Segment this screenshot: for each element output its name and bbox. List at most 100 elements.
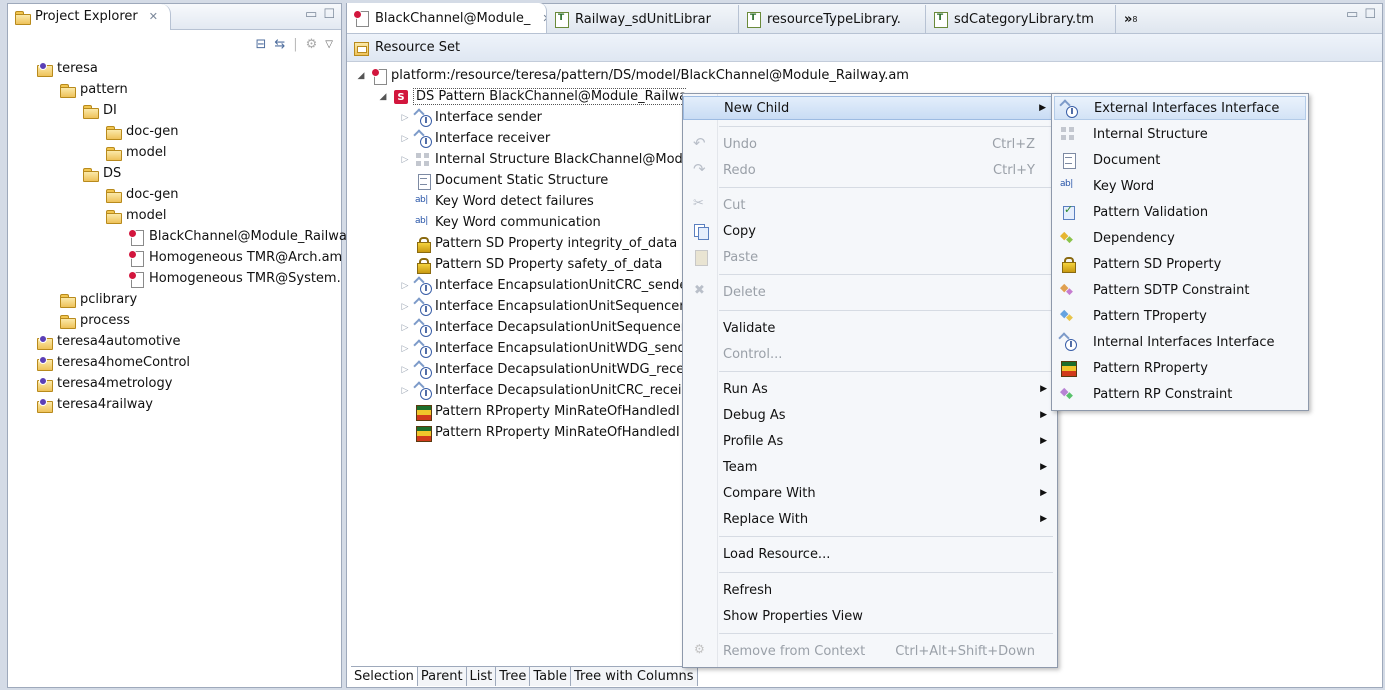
menu-shortcut: Ctrl+Alt+Shift+Down bbox=[895, 643, 1035, 659]
editor-tab-blackchannel[interactable]: BlackChannel@Module_ ✕ bbox=[347, 3, 547, 33]
menu-item-show-properties-view[interactable]: Show Properties View bbox=[683, 604, 1057, 628]
editor-bottom-tabs: Selection Parent List Tree Table Tree with Co… bbox=[351, 666, 698, 686]
tree-item[interactable]: DS bbox=[8, 163, 341, 184]
menu-item-new-child[interactable]: New Child ▶ bbox=[683, 96, 1057, 120]
collapsed-chevron-icon[interactable]: ▷ bbox=[399, 365, 411, 375]
tree-row[interactable]: ▷ Interface EncapsulationUnitCRC_sende bbox=[347, 275, 687, 296]
submenu-item-pattern-validation[interactable]: Pattern Validation bbox=[1054, 200, 1306, 224]
tree-item[interactable]: teresa4automotive bbox=[8, 331, 341, 352]
tree-row[interactable]: Document Static Structure bbox=[347, 170, 687, 191]
tab-overflow-button[interactable]: » 8 bbox=[1116, 5, 1138, 33]
submenu-item-pattern-sdtp-constraint[interactable]: Pattern SDTP Constraint bbox=[1054, 278, 1306, 302]
tree-item[interactable]: Homogeneous TMR@System. bbox=[8, 268, 341, 289]
tree-row[interactable]: ▷ Interface EncapsulationUnitSequencer_ bbox=[347, 296, 687, 317]
tree-row[interactable]: Pattern RProperty MinRateOfHandledI bbox=[347, 422, 687, 443]
tree-item[interactable]: Homogeneous TMR@Arch.am bbox=[8, 247, 342, 268]
explorer-tab[interactable]: Project Explorer ✕ bbox=[8, 3, 171, 30]
focus-task-icon[interactable]: ⚙ bbox=[306, 37, 318, 52]
tree-row[interactable]: ▷ Internal Structure BlackChannel@Mod bbox=[347, 149, 687, 170]
submenu-item-key-word[interactable]: Key Word bbox=[1054, 174, 1306, 198]
tree-item[interactable]: pclibrary bbox=[8, 289, 341, 310]
menu-item-compare-with[interactable]: Compare With ▶ bbox=[683, 481, 1057, 505]
tree-item[interactable]: process bbox=[8, 310, 341, 331]
tree-item[interactable]: teresa4homeControl bbox=[8, 352, 341, 373]
bottom-tab-list[interactable]: List bbox=[466, 667, 497, 686]
tree-row[interactable]: ▷ Interface sender bbox=[347, 107, 687, 128]
submenu-item-internal-structure[interactable]: Internal Structure bbox=[1054, 122, 1306, 146]
tree-row-label: Pattern RProperty MinRateOfHandledI bbox=[435, 425, 680, 440]
submenu-item-pattern-tproperty[interactable]: Pattern TProperty bbox=[1054, 304, 1306, 328]
submenu-item-pattern-rproperty[interactable]: Pattern RProperty bbox=[1054, 356, 1306, 380]
minimize-icon[interactable]: ▭ bbox=[305, 7, 317, 22]
menu-item-refresh[interactable]: Refresh bbox=[683, 578, 1057, 602]
tree-item[interactable]: BlackChannel@Module_Railwa bbox=[8, 226, 347, 247]
minimize-icon[interactable]: ▭ bbox=[1346, 7, 1358, 22]
tree-row[interactable]: ▷ Interface EncapsulationUnitWDG_send bbox=[347, 338, 687, 359]
tree-row[interactable]: Pattern SD Property integrity_of_data bbox=[347, 233, 687, 254]
tree-item[interactable]: DI bbox=[8, 100, 341, 121]
submenu-item-dependency[interactable]: Dependency bbox=[1054, 226, 1306, 250]
collapse-all-icon[interactable]: ⊟ bbox=[255, 37, 266, 52]
tree-row[interactable]: ▷ Interface DecapsulationUnitSequencer_ bbox=[347, 317, 687, 338]
view-menu-icon[interactable]: ▽ bbox=[325, 39, 333, 50]
menu-item-cut: Cut bbox=[683, 193, 1057, 217]
editor-tab-sdcategory[interactable]: sdCategoryLibrary.tm bbox=[926, 5, 1116, 33]
submenu-item-external-interfaces-interface[interactable]: External Interfaces Interface bbox=[1054, 96, 1306, 120]
bottom-tab-parent[interactable]: Parent bbox=[417, 667, 467, 686]
collapsed-chevron-icon[interactable]: ▷ bbox=[399, 302, 411, 312]
expanded-chevron-icon[interactable]: ◢ bbox=[355, 71, 367, 81]
close-icon[interactable]: ✕ bbox=[149, 10, 158, 23]
menu-item-label: Paste bbox=[723, 249, 759, 265]
submenu-item-document[interactable]: Document bbox=[1054, 148, 1306, 172]
collapsed-chevron-icon[interactable]: ▷ bbox=[399, 113, 411, 123]
keyword-icon bbox=[415, 194, 431, 210]
tree-item[interactable]: doc-gen bbox=[8, 184, 341, 205]
tree-item[interactable]: teresa bbox=[8, 58, 341, 79]
tree-row[interactable]: Pattern RProperty MinRateOfHandledI bbox=[347, 401, 687, 422]
menu-item-replace-with[interactable]: Replace With ▶ bbox=[683, 507, 1057, 531]
tree-row[interactable]: ▷ Interface DecapsulationUnitWDG_recei bbox=[347, 359, 687, 380]
tree-pattern-row[interactable]: ◢ DS Pattern BlackChannel@Module_Railwa bbox=[347, 86, 687, 107]
tree-row[interactable]: Key Word detect failures bbox=[347, 191, 687, 212]
tree-row[interactable]: Pattern SD Property safety_of_data bbox=[347, 254, 687, 275]
tree-item[interactable]: teresa4metrology bbox=[8, 373, 341, 394]
submenu-item-internal-interfaces-interface[interactable]: Internal Interfaces Interface bbox=[1054, 330, 1306, 354]
maximize-icon[interactable]: ☐ bbox=[323, 7, 335, 22]
collapsed-chevron-icon[interactable]: ▷ bbox=[399, 344, 411, 354]
tree-row[interactable]: Key Word communication bbox=[347, 212, 687, 233]
collapsed-chevron-icon[interactable]: ▷ bbox=[399, 281, 411, 291]
collapsed-chevron-icon[interactable]: ▷ bbox=[399, 134, 411, 144]
tree-item[interactable]: model bbox=[8, 205, 341, 226]
tree-item[interactable]: teresa4railway bbox=[8, 394, 341, 415]
editor-tab-railway[interactable]: Railway_sdUnitLibrar bbox=[547, 5, 739, 33]
tree-item[interactable]: model bbox=[8, 142, 341, 163]
tree-pattern-label: DS Pattern BlackChannel@Module_Railwa bbox=[413, 88, 687, 105]
bottom-tab-table[interactable]: Table bbox=[530, 667, 571, 686]
menu-item-team[interactable]: Team ▶ bbox=[683, 455, 1057, 479]
menu-item-profile-as[interactable]: Profile As ▶ bbox=[683, 429, 1057, 453]
bottom-tab-selection[interactable]: Selection bbox=[351, 667, 418, 686]
menu-item-load-resource[interactable]: Load Resource... bbox=[683, 542, 1057, 566]
menu-item-validate[interactable]: Validate bbox=[683, 316, 1057, 340]
submenu-item-pattern-rp-constraint[interactable]: Pattern RP Constraint bbox=[1054, 382, 1306, 406]
maximize-icon[interactable]: ☐ bbox=[1364, 7, 1376, 22]
collapsed-chevron-icon[interactable]: ▷ bbox=[399, 155, 411, 165]
tree-row[interactable]: ▷ Interface DecapsulationUnitCRC_receiv bbox=[347, 380, 687, 401]
link-with-editor-icon[interactable]: ⇆ bbox=[274, 37, 285, 52]
collapsed-chevron-icon[interactable]: ▷ bbox=[399, 386, 411, 396]
menu-item-copy[interactable]: Copy bbox=[683, 219, 1057, 243]
tree-row[interactable]: ▷ Interface receiver bbox=[347, 128, 687, 149]
tree-root-row[interactable]: ◢ platform:/resource/teresa/pattern/DS/m… bbox=[347, 65, 1047, 86]
menu-item-run-as[interactable]: Run As ▶ bbox=[683, 377, 1057, 401]
submenu-item-pattern-sd-property[interactable]: Pattern SD Property bbox=[1054, 252, 1306, 276]
bottom-tab-tree[interactable]: Tree bbox=[496, 667, 531, 686]
document-icon bbox=[1060, 152, 1076, 169]
tree-item[interactable]: doc-gen bbox=[8, 121, 341, 142]
expanded-chevron-icon[interactable]: ◢ bbox=[377, 92, 389, 102]
tree-item[interactable]: pattern bbox=[8, 79, 341, 100]
editor-window-buttons: ▭ ☐ bbox=[1346, 7, 1376, 22]
collapsed-chevron-icon[interactable]: ▷ bbox=[399, 323, 411, 333]
bottom-tab-tree-with-columns[interactable]: Tree with Columns bbox=[571, 667, 698, 686]
editor-tab-resourcetype[interactable]: resourceTypeLibrary. bbox=[739, 5, 926, 33]
menu-item-debug-as[interactable]: Debug As ▶ bbox=[683, 403, 1057, 427]
